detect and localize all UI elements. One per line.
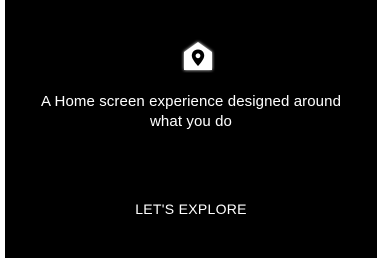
- welcome-screen: A Home screen experience designed around…: [5, 0, 377, 258]
- lets-explore-button[interactable]: LET'S EXPLORE: [121, 196, 261, 222]
- tagline: A Home screen experience designed around…: [5, 92, 377, 132]
- home-location-pin-icon: [181, 39, 215, 73]
- tagline-line-1: A Home screen experience designed around: [40, 93, 342, 110]
- tagline-line-2: what you do: [150, 113, 232, 130]
